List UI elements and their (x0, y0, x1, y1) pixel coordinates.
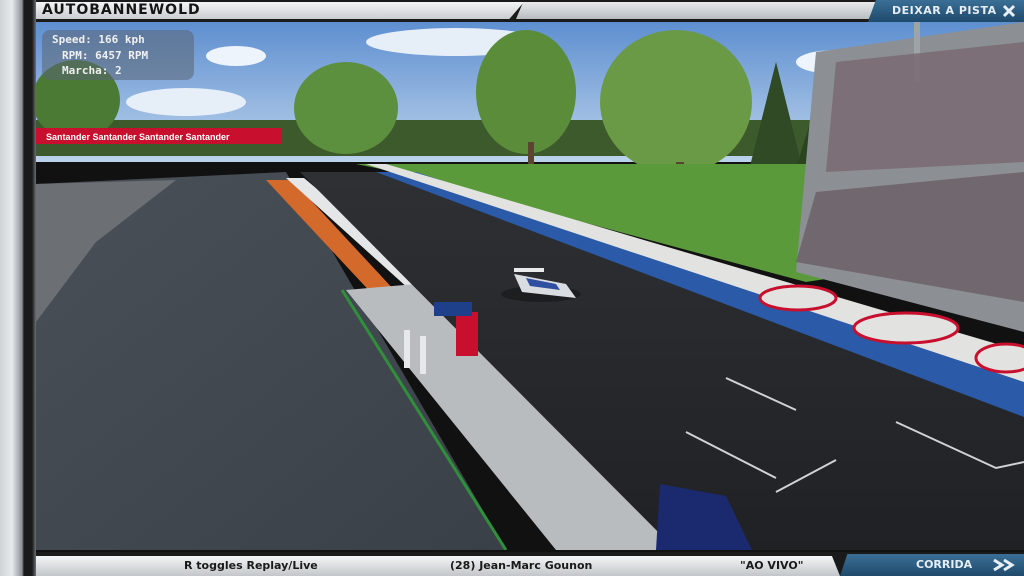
gear-readout: Marcha: 2 (62, 64, 122, 77)
track-name: AUTOBANNEWOLD (42, 2, 201, 18)
speed-readout: Speed: 166 kph (52, 33, 145, 46)
close-x-icon (1002, 4, 1016, 18)
exit-track-label: DEIXAR A PISTA (892, 4, 997, 17)
race-session-button[interactable]: CORRIDA (840, 554, 1024, 576)
driver-name: (28) Jean-Marc Gounon (450, 559, 593, 572)
rpm-readout: RPM: 6457 RPM (62, 49, 149, 62)
esso-board (852, 311, 960, 345)
race-scene: Santander Santander Santander Santander (36, 22, 1024, 550)
pit-box-sign (456, 312, 478, 356)
marshal (420, 336, 426, 374)
tree (600, 30, 752, 174)
spectators (826, 42, 1024, 172)
status-plate (36, 556, 840, 576)
marshal (404, 330, 410, 368)
session-label: CORRIDA (916, 558, 973, 571)
replay-hint: R toggles Replay/Live (184, 559, 318, 572)
esso-board (758, 284, 838, 312)
left-frame (0, 0, 36, 576)
svg-text:Santander Santander Santande: Santander Santander Santander Santander (46, 132, 230, 142)
tree (476, 30, 576, 154)
cloud (206, 46, 266, 66)
tree (294, 62, 398, 154)
double-arrow-icon (993, 558, 1015, 572)
top-plate-secondary (516, 2, 876, 19)
exit-track-button[interactable]: DEIXAR A PISTA (868, 0, 1024, 22)
pit-box-top (434, 302, 472, 316)
telemetry-hud: Speed: 166 kph RPM: 6457 RPM Marcha: 2 (42, 30, 194, 80)
esso-board (974, 342, 1024, 374)
cloud (126, 88, 246, 116)
live-mode: "AO VIVO" (740, 559, 804, 572)
